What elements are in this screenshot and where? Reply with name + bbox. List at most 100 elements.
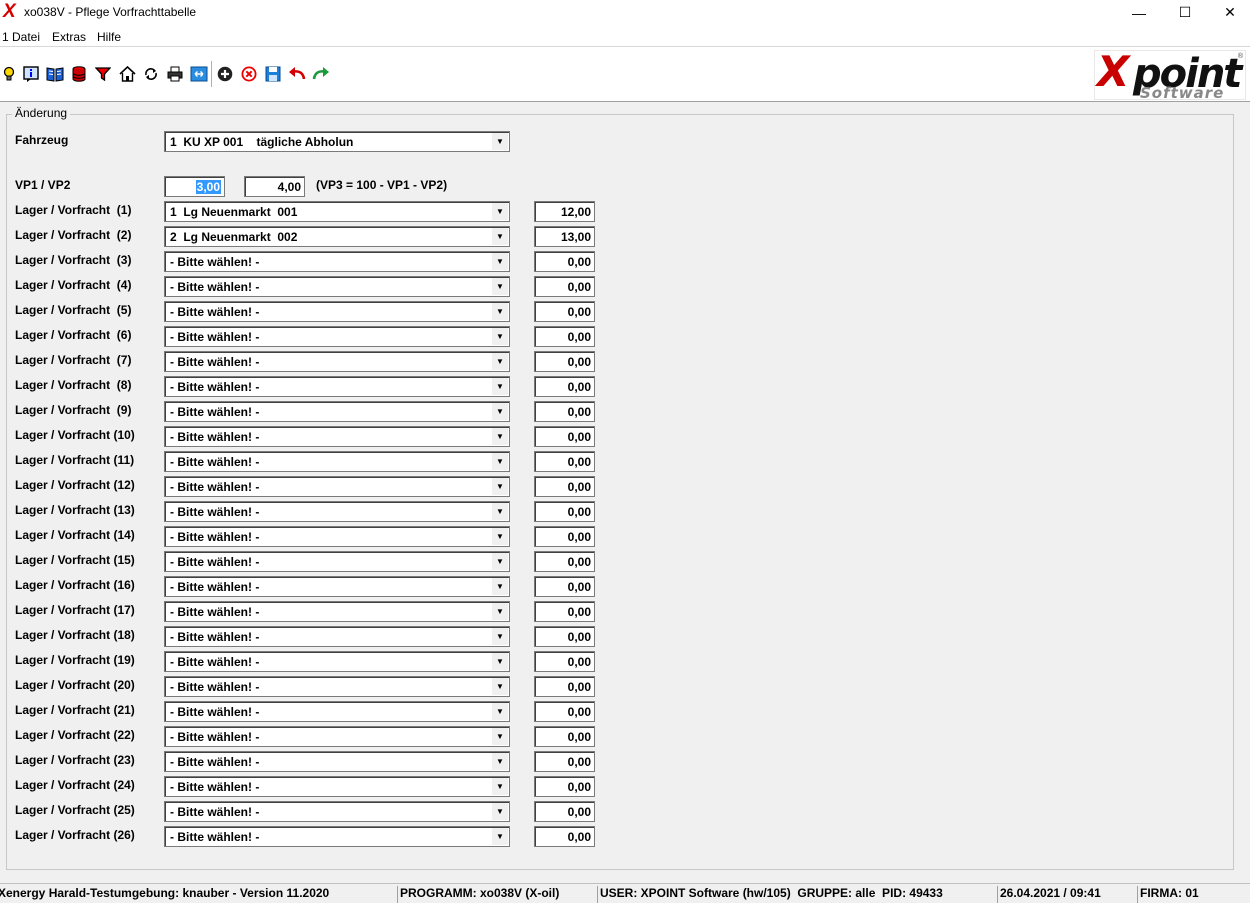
chevron-down-icon[interactable]: ▼	[492, 453, 508, 470]
vorfracht-value-field[interactable]: 0,00	[534, 501, 595, 522]
chevron-down-icon[interactable]: ▼	[492, 678, 508, 695]
lager-select[interactable]: - Bitte wählen! - ▼	[164, 501, 510, 522]
chevron-down-icon[interactable]: ▼	[492, 203, 508, 220]
lager-select[interactable]: - Bitte wählen! - ▼	[164, 551, 510, 572]
lager-select[interactable]: - Bitte wählen! - ▼	[164, 826, 510, 847]
save-icon[interactable]	[264, 65, 282, 83]
vorfracht-value-field[interactable]: 0,00	[534, 826, 595, 847]
vorfracht-value-field[interactable]: 0,00	[534, 376, 595, 397]
lager-select[interactable]: 2 Lg Neuenmarkt 002 ▼	[164, 226, 510, 247]
fahrzeug-select[interactable]: 1 KU XP 001 tägliche Abholun ▼	[164, 131, 510, 152]
lager-select[interactable]: - Bitte wählen! - ▼	[164, 476, 510, 497]
chevron-down-icon[interactable]: ▼	[492, 478, 508, 495]
lager-select[interactable]: - Bitte wählen! - ▼	[164, 426, 510, 447]
chevron-down-icon[interactable]: ▼	[492, 328, 508, 345]
vorfracht-value-field[interactable]: 0,00	[534, 801, 595, 822]
vorfracht-value-field[interactable]: 0,00	[534, 626, 595, 647]
lager-select[interactable]: - Bitte wählen! - ▼	[164, 526, 510, 547]
chevron-down-icon[interactable]: ▼	[492, 728, 508, 745]
undo-icon[interactable]	[288, 65, 306, 83]
lightbulb-icon[interactable]	[0, 65, 18, 83]
chevron-down-icon[interactable]: ▼	[492, 428, 508, 445]
chevron-down-icon[interactable]: ▼	[492, 503, 508, 520]
chevron-down-icon[interactable]: ▼	[492, 303, 508, 320]
chevron-down-icon[interactable]: ▼	[492, 228, 508, 245]
chevron-down-icon[interactable]: ▼	[492, 578, 508, 595]
lager-select[interactable]: - Bitte wählen! - ▼	[164, 376, 510, 397]
lager-select[interactable]: - Bitte wählen! - ▼	[164, 326, 510, 347]
lager-select[interactable]: - Bitte wählen! - ▼	[164, 651, 510, 672]
chevron-down-icon[interactable]: ▼	[492, 828, 508, 845]
chevron-down-icon[interactable]: ▼	[492, 278, 508, 295]
maximize-button[interactable]: ☐	[1162, 0, 1208, 25]
chevron-down-icon[interactable]: ▼	[492, 753, 508, 770]
lager-select[interactable]: - Bitte wählen! - ▼	[164, 301, 510, 322]
vorfracht-value-field[interactable]: 0,00	[534, 326, 595, 347]
database-icon[interactable]	[70, 65, 88, 83]
vorfracht-value-field[interactable]: 0,00	[534, 276, 595, 297]
vorfracht-value-field[interactable]: 0,00	[534, 476, 595, 497]
lager-select[interactable]: - Bitte wählen! - ▼	[164, 726, 510, 747]
vorfracht-value-field[interactable]: 12,00	[534, 201, 595, 222]
vorfracht-value-field[interactable]: 0,00	[534, 576, 595, 597]
chevron-down-icon[interactable]: ▼	[492, 133, 508, 150]
lager-select[interactable]: - Bitte wählen! - ▼	[164, 676, 510, 697]
vorfracht-value-field[interactable]: 0,00	[534, 526, 595, 547]
chevron-down-icon[interactable]: ▼	[492, 553, 508, 570]
chevron-down-icon[interactable]: ▼	[492, 603, 508, 620]
chevron-down-icon[interactable]: ▼	[492, 353, 508, 370]
lager-select[interactable]: - Bitte wählen! - ▼	[164, 601, 510, 622]
lager-select[interactable]: - Bitte wählen! - ▼	[164, 626, 510, 647]
add-icon[interactable]	[216, 65, 234, 83]
vorfracht-value-field[interactable]: 0,00	[534, 751, 595, 772]
vorfracht-value-field[interactable]: 0,00	[534, 351, 595, 372]
vp1-field[interactable]: 3,00	[164, 176, 225, 197]
vorfracht-value-field[interactable]: 0,00	[534, 251, 595, 272]
delete-icon[interactable]	[240, 65, 258, 83]
menu-hilfe[interactable]: Hilfe	[97, 30, 121, 44]
lager-select[interactable]: - Bitte wählen! - ▼	[164, 776, 510, 797]
chevron-down-icon[interactable]: ▼	[492, 653, 508, 670]
redo-icon[interactable]	[312, 65, 330, 83]
lager-select[interactable]: - Bitte wählen! - ▼	[164, 251, 510, 272]
chevron-down-icon[interactable]: ▼	[492, 628, 508, 645]
menu-datei[interactable]: 1 Datei	[2, 30, 40, 44]
vorfracht-value-field[interactable]: 0,00	[534, 651, 595, 672]
lager-select[interactable]: - Bitte wählen! - ▼	[164, 801, 510, 822]
vorfracht-value-field[interactable]: 13,00	[534, 226, 595, 247]
lager-select[interactable]: - Bitte wählen! - ▼	[164, 401, 510, 422]
vorfracht-value-field[interactable]: 0,00	[534, 726, 595, 747]
vp2-field[interactable]: 4,00	[244, 176, 305, 197]
lager-select[interactable]: - Bitte wählen! - ▼	[164, 751, 510, 772]
lager-select[interactable]: - Bitte wählen! - ▼	[164, 276, 510, 297]
vorfracht-value-field[interactable]: 0,00	[534, 676, 595, 697]
vorfracht-value-field[interactable]: 0,00	[534, 451, 595, 472]
link-icon[interactable]	[190, 65, 208, 83]
lager-select[interactable]: - Bitte wählen! - ▼	[164, 351, 510, 372]
print-icon[interactable]	[166, 65, 184, 83]
chevron-down-icon[interactable]: ▼	[492, 778, 508, 795]
minimize-button[interactable]: —	[1116, 0, 1162, 25]
vorfracht-value-field[interactable]: 0,00	[534, 701, 595, 722]
refresh-icon[interactable]	[142, 65, 160, 83]
vorfracht-value-field[interactable]: 0,00	[534, 401, 595, 422]
filter-icon[interactable]	[94, 65, 112, 83]
chevron-down-icon[interactable]: ▼	[492, 253, 508, 270]
chevron-down-icon[interactable]: ▼	[492, 528, 508, 545]
chevron-down-icon[interactable]: ▼	[492, 378, 508, 395]
home-icon[interactable]	[118, 65, 136, 83]
vorfracht-value-field[interactable]: 0,00	[534, 776, 595, 797]
book-icon[interactable]	[46, 65, 64, 83]
vorfracht-value-field[interactable]: 0,00	[534, 426, 595, 447]
info-icon[interactable]	[22, 65, 40, 83]
close-button[interactable]: ✕	[1207, 0, 1250, 25]
vorfracht-value-field[interactable]: 0,00	[534, 601, 595, 622]
lager-select[interactable]: - Bitte wählen! - ▼	[164, 451, 510, 472]
lager-select[interactable]: 1 Lg Neuenmarkt 001 ▼	[164, 201, 510, 222]
chevron-down-icon[interactable]: ▼	[492, 803, 508, 820]
menu-extras[interactable]: Extras	[52, 30, 86, 44]
chevron-down-icon[interactable]: ▼	[492, 403, 508, 420]
lager-select[interactable]: - Bitte wählen! - ▼	[164, 576, 510, 597]
chevron-down-icon[interactable]: ▼	[492, 703, 508, 720]
vorfracht-value-field[interactable]: 0,00	[534, 301, 595, 322]
